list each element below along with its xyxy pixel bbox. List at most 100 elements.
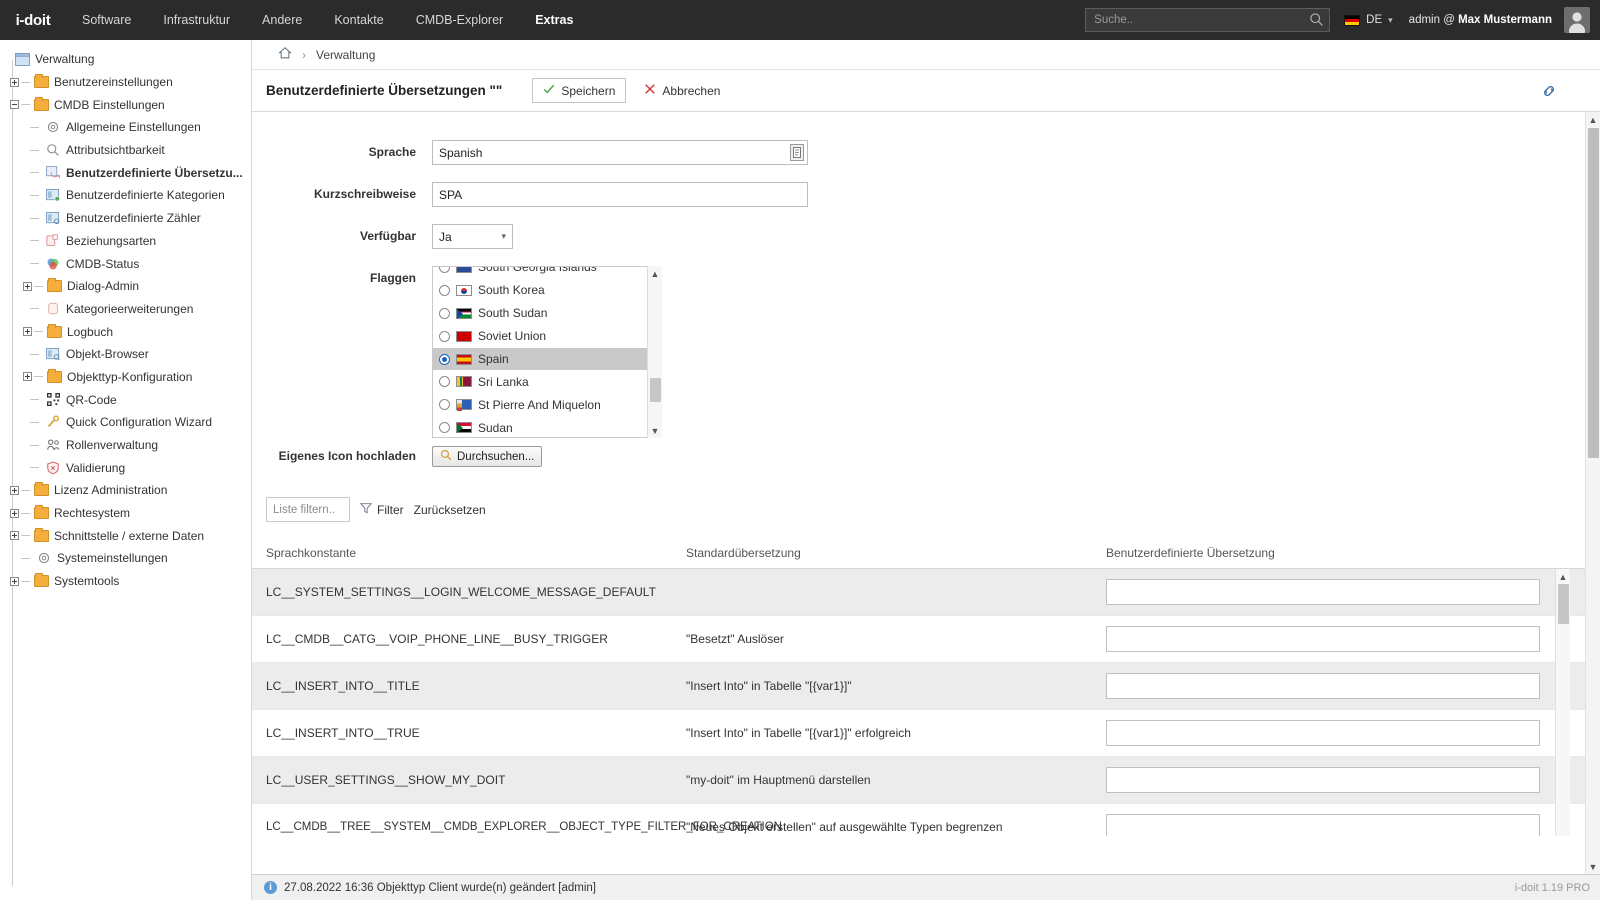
flag-option-spain[interactable]: Spain [433, 347, 661, 371]
verfuegbar-select[interactable]: Ja ▾ [432, 224, 513, 249]
expand-toggle[interactable] [8, 508, 21, 518]
scroll-up-icon[interactable]: ▲ [1586, 112, 1600, 127]
sidebar-item-cmdb-status[interactable]: CMDB-Status [0, 252, 251, 275]
flag-option-soviet-union[interactable]: Soviet Union [433, 325, 661, 348]
sidebar-item-dialog-admin[interactable]: Dialog-Admin [0, 275, 251, 298]
table-row[interactable]: LC__INSERT_INTO__TRUE "Insert Into" in T… [252, 710, 1600, 757]
expand-toggle[interactable] [8, 77, 21, 87]
table-row[interactable]: LC__USER_SETTINGS__SHOW_MY_DOIT "my-doit… [252, 757, 1600, 804]
collapse-toggle[interactable] [8, 100, 21, 110]
sidebar-item-objekt-browser[interactable]: Objekt-Browser [0, 343, 251, 366]
custom-translation-input[interactable] [1106, 767, 1540, 793]
flag-option-sudan[interactable]: Sudan [433, 416, 661, 437]
sidebar-item-objekttyp-konfiguration[interactable]: Objekttyp-Konfiguration [0, 366, 251, 389]
radio-icon[interactable] [439, 353, 450, 365]
scrollbar-thumb[interactable] [1588, 128, 1599, 458]
sprache-picker-icon[interactable] [790, 144, 804, 161]
sidebar-item-logbuch[interactable]: Logbuch [0, 320, 251, 343]
sidebar-item-quick-configuration-wizard[interactable]: Quick Configuration Wizard [0, 411, 251, 434]
sidebar-item-cmdb-einstellungen[interactable]: CMDB Einstellungen [0, 93, 251, 116]
sidebar-item-systemtools[interactable]: Systemtools [0, 570, 251, 593]
expand-toggle[interactable] [8, 485, 21, 495]
sidebar-item-systemeinstellungen[interactable]: Systemeinstellungen [0, 547, 251, 570]
radio-icon[interactable] [439, 376, 450, 388]
sprache-input[interactable] [432, 140, 808, 165]
nav-item-extras[interactable]: Extras [519, 0, 589, 40]
search-icon[interactable] [1309, 12, 1324, 30]
flag-option-sri-lanka[interactable]: Sri Lanka [433, 370, 661, 393]
filter-button[interactable]: Filter [359, 502, 404, 517]
scroll-down-icon[interactable]: ▼ [1586, 859, 1600, 874]
sidebar-item-rollenverwaltung[interactable]: Rollenverwaltung [0, 434, 251, 457]
expand-toggle[interactable] [21, 281, 34, 291]
avatar[interactable] [1564, 7, 1590, 33]
nav-item-andere[interactable]: Andere [246, 0, 318, 40]
sidebar-item-benutzereinstellungen[interactable]: Benutzereinstellungen [0, 71, 251, 94]
sidebar-item-benutzerdefinierte-kategorien[interactable]: Benutzerdefinierte Kategorien [0, 184, 251, 207]
sidebar-item-kategorieerweiterungen[interactable]: Kategorieerweiterungen [0, 298, 251, 321]
expand-toggle[interactable] [8, 531, 21, 541]
flag-option-south-georgia-islands[interactable]: South Georgia Islands [433, 267, 661, 279]
nav-item-infrastruktur[interactable]: Infrastruktur [147, 0, 246, 40]
sidebar-item-lizenz-administration[interactable]: Lizenz Administration [0, 479, 251, 502]
sidebar-item-benutzerdefinierte-uebersetzungen[interactable]: Benutzerdefinierte Übersetzu... [0, 161, 251, 184]
radio-icon[interactable] [439, 307, 450, 319]
scrollbar-thumb[interactable] [1558, 584, 1569, 624]
language-selector[interactable]: DE ▾ [1344, 14, 1393, 26]
flag-option-south-sudan[interactable]: South Sudan [433, 302, 661, 325]
custom-translation-input[interactable] [1106, 579, 1540, 605]
table-row[interactable]: LC__INSERT_INTO__TITLE "Insert Into" in … [252, 663, 1600, 710]
column-header-standarduebersetzung[interactable]: Standardübersetzung [686, 546, 1106, 560]
radio-icon[interactable] [439, 422, 450, 434]
sidebar-item-validierung[interactable]: Validierung [0, 456, 251, 479]
sidebar-item-attributsichtbarkeit[interactable]: Attributsichtbarkeit [0, 139, 251, 162]
breadcrumb-current[interactable]: Verwaltung [316, 48, 375, 62]
sidebar-item-verwaltung[interactable]: Verwaltung [0, 48, 251, 71]
custom-translation-input[interactable] [1106, 720, 1540, 746]
nav-item-cmdb-explorer[interactable]: CMDB-Explorer [400, 0, 520, 40]
browse-button[interactable]: Durchsuchen... [432, 446, 543, 467]
scroll-up-icon[interactable]: ▲ [648, 266, 662, 281]
column-header-benutzerdefinierte-uebersetzung[interactable]: Benutzerdefinierte Übersetzung [1106, 546, 1600, 560]
radio-icon[interactable] [439, 284, 450, 296]
sidebar-item-schnittstelle-externe-daten[interactable]: Schnittstelle / externe Daten [0, 524, 251, 547]
kurzschreibweise-input[interactable] [432, 182, 808, 207]
radio-icon[interactable] [439, 330, 450, 342]
sidebar-item-beziehungsarten[interactable]: Beziehungsarten [0, 230, 251, 253]
expand-toggle[interactable] [8, 576, 21, 586]
search-input[interactable] [1085, 8, 1331, 32]
sidebar-item-allgemeine-einstellungen[interactable]: Allgemeine Einstellungen [0, 116, 251, 139]
scroll-down-icon[interactable]: ▼ [648, 423, 662, 438]
column-header-sprachkonstante[interactable]: Sprachkonstante [266, 546, 686, 560]
cancel-button[interactable]: Abbrechen [640, 78, 724, 103]
expand-toggle[interactable] [21, 372, 34, 382]
sidebar-item-benutzerdefinierte-zaehler[interactable]: Benutzerdefinierte Zähler [0, 207, 251, 230]
user-label[interactable]: admin @ Max Mustermann [1409, 14, 1552, 26]
nav-item-kontakte[interactable]: Kontakte [318, 0, 399, 40]
home-icon[interactable] [278, 46, 292, 63]
table-scrollbar[interactable]: ▲ [1555, 569, 1570, 836]
custom-translation-input[interactable] [1106, 814, 1540, 836]
table-row[interactable]: LC__CMDB__CATG__VOIP_PHONE_LINE__BUSY_TR… [252, 616, 1600, 663]
flag-option-south-korea[interactable]: South Korea [433, 279, 661, 302]
reset-button[interactable]: Zurücksetzen [414, 503, 486, 517]
custom-translation-input[interactable] [1106, 673, 1540, 699]
save-button[interactable]: Speichern [532, 78, 627, 103]
table-row[interactable]: LC__SYSTEM_SETTINGS__LOGIN_WELCOME_MESSA… [252, 569, 1600, 616]
flag-option-st-pierre-and-miquelon[interactable]: St Pierre And Miquelon [433, 393, 661, 416]
table-row[interactable]: LC__CMDB__TREE__SYSTEM__CMDB_EXPLORER__O… [252, 804, 1600, 836]
expand-toggle[interactable] [21, 327, 34, 337]
scroll-up-icon[interactable]: ▲ [1556, 569, 1570, 584]
radio-icon[interactable] [439, 267, 450, 273]
page-scrollbar[interactable]: ▲ ▼ [1585, 112, 1600, 874]
sidebar-item-rechtesystem[interactable]: Rechtesystem [0, 502, 251, 525]
app-logo[interactable]: i-doit [0, 0, 66, 40]
scrollbar-thumb[interactable] [650, 378, 661, 402]
radio-icon[interactable] [439, 399, 450, 411]
custom-translation-input[interactable] [1106, 626, 1540, 652]
flag-list-scrollbar[interactable]: ▲ ▼ [647, 266, 662, 438]
list-filter-input[interactable] [266, 497, 350, 522]
nav-item-software[interactable]: Software [66, 0, 147, 40]
sidebar-item-qr-code[interactable]: QR-Code [0, 388, 251, 411]
flag-list[interactable]: South Georgia Islands South Korea South … [432, 266, 662, 438]
